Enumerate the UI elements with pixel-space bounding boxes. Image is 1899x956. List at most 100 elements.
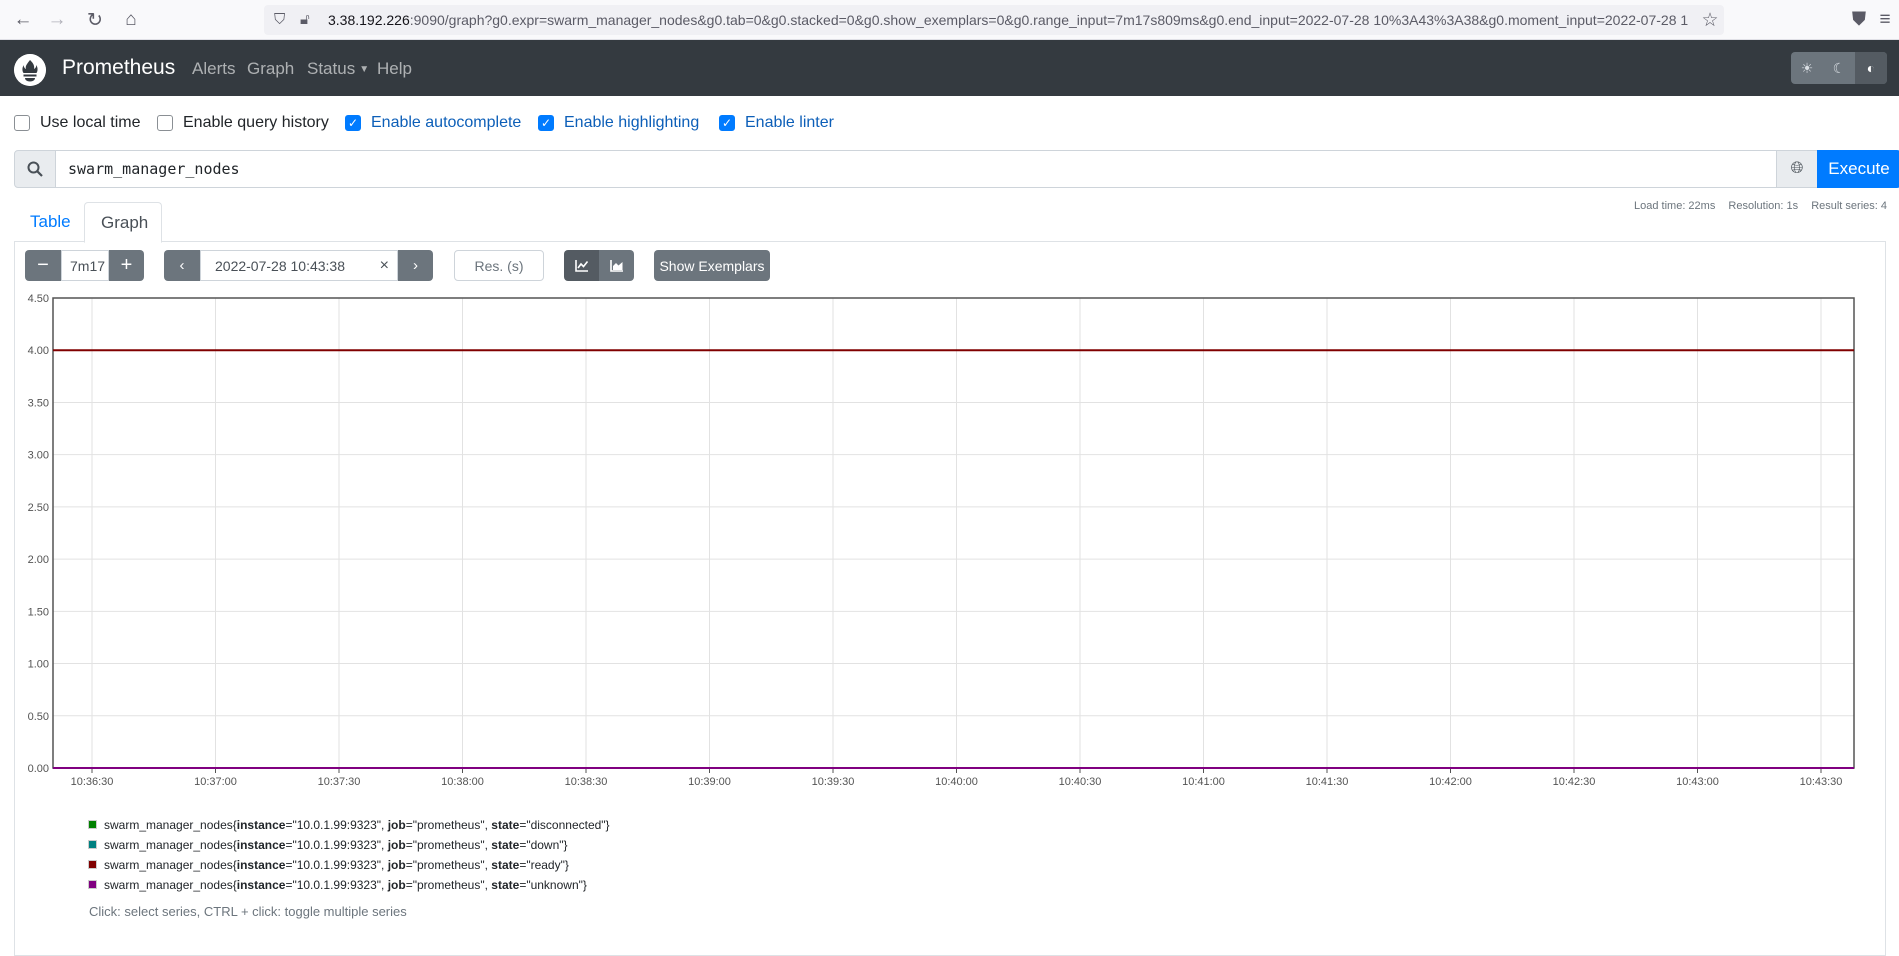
- expression-input[interactable]: swarm_manager_nodes: [55, 150, 1777, 188]
- x-tick-label: 10:42:00: [1429, 776, 1472, 788]
- chevron-left-icon: ‹: [179, 257, 185, 274]
- y-tick-label: 1.00: [28, 659, 49, 671]
- nav-help[interactable]: Help: [377, 59, 412, 79]
- x-tick-label: 10:43:30: [1800, 776, 1843, 788]
- nav-graph[interactable]: Graph: [247, 59, 294, 79]
- next-time-button[interactable]: ›: [398, 250, 433, 281]
- caret-down-icon: ▼: [359, 64, 370, 75]
- legend-label: swarm_manager_nodes{instance="10.0.1.99:…: [104, 878, 587, 892]
- url-text[interactable]: 3.38.192.226:9090/graph?g0.expr=swarm_ma…: [328, 12, 1688, 28]
- x-tick-label: 10:40:00: [935, 776, 978, 788]
- checkbox-checked-icon[interactable]: ✓: [345, 115, 361, 131]
- shield-icon: ⛉: [274, 11, 286, 28]
- metrics-explorer-globe-icon[interactable]: 🌐︎: [1776, 150, 1818, 188]
- y-tick-label: 3.00: [28, 450, 49, 462]
- end-time-input[interactable]: 2022-07-28 10:43:38 ×: [200, 250, 398, 281]
- option-label: Use local time: [40, 114, 141, 131]
- increase-range-button[interactable]: +: [109, 250, 144, 281]
- x-tick-label: 10:39:30: [812, 776, 855, 788]
- x-tick-label: 10:39:00: [688, 776, 731, 788]
- checkbox-checked-icon[interactable]: ✓: [719, 115, 735, 131]
- option-highlighting[interactable]: ✓ Enable highlighting: [538, 113, 699, 133]
- address-bar[interactable]: ⛉ 🔓︎ 3.38.192.226:9090/graph?g0.expr=swa…: [264, 5, 1724, 35]
- chevron-right-icon: ›: [413, 257, 418, 274]
- tab-table[interactable]: Table: [14, 202, 87, 242]
- reload-icon[interactable]: ↻: [82, 8, 108, 32]
- stacked-chart-button[interactable]: [599, 250, 634, 281]
- url-path: :9090/graph?g0.expr=swarm_manager_nodes&…: [409, 12, 1688, 28]
- option-query-history[interactable]: Enable query history: [157, 113, 329, 133]
- legend-item[interactable]: swarm_manager_nodes{instance="10.0.1.99:…: [88, 818, 610, 832]
- back-icon[interactable]: ←: [10, 8, 36, 32]
- query-bar: swarm_manager_nodes 🌐︎ Execute: [14, 150, 1899, 188]
- end-time-value: 2022-07-28 10:43:38: [215, 257, 345, 274]
- url-host: 3.38.192.226: [328, 12, 410, 28]
- previous-time-button[interactable]: ‹: [164, 250, 200, 281]
- series-color-swatch: [88, 840, 97, 849]
- range-input[interactable]: 7m17: [61, 250, 109, 281]
- y-tick-label: 2.50: [28, 502, 49, 514]
- bookmark-star-icon[interactable]: ☆: [1697, 8, 1723, 32]
- auto-theme-icon[interactable]: ◐: [1855, 52, 1887, 84]
- y-tick-label: 0.00: [28, 763, 49, 775]
- tab-graph[interactable]: Graph: [84, 202, 162, 243]
- decrease-range-button[interactable]: −: [25, 250, 61, 281]
- legend-item[interactable]: swarm_manager_nodes{instance="10.0.1.99:…: [88, 838, 568, 852]
- series-color-swatch: [88, 880, 97, 889]
- x-tick-label: 10:41:00: [1182, 776, 1225, 788]
- y-tick-label: 4.50: [28, 293, 49, 305]
- y-tick-label: 3.50: [28, 397, 49, 409]
- area-chart-icon: [609, 260, 623, 272]
- x-tick-label: 10:41:30: [1306, 776, 1349, 788]
- x-tick-label: 10:40:30: [1059, 776, 1102, 788]
- x-tick-label: 10:36:30: [71, 776, 114, 788]
- dark-theme-icon[interactable]: ☾: [1823, 52, 1855, 84]
- show-exemplars-button[interactable]: Show Exemplars: [654, 250, 770, 281]
- pocket-icon[interactable]: ⛊: [1846, 8, 1872, 32]
- resolution-input[interactable]: Res. (s): [454, 250, 544, 281]
- series-color-swatch: [88, 860, 97, 869]
- nav-status-label: Status: [307, 59, 356, 78]
- theme-switcher: ☀ ☾ ◐: [1791, 52, 1887, 84]
- y-tick-label: 4.00: [28, 345, 49, 357]
- legend-item[interactable]: swarm_manager_nodes{instance="10.0.1.99:…: [88, 878, 587, 892]
- legend-item[interactable]: swarm_manager_nodes{instance="10.0.1.99:…: [88, 858, 569, 872]
- checkbox-icon[interactable]: [14, 115, 30, 131]
- forward-icon[interactable]: →: [44, 8, 70, 32]
- option-label: Enable linter: [745, 114, 834, 131]
- y-tick-label: 1.50: [28, 606, 49, 618]
- option-linter[interactable]: ✓ Enable linter: [719, 113, 834, 133]
- menu-icon[interactable]: ≡: [1872, 8, 1898, 32]
- option-use-local-time[interactable]: Use local time: [14, 113, 140, 133]
- line-chart-icon: [574, 260, 588, 272]
- nav-status[interactable]: Status ▼: [307, 59, 369, 79]
- y-tick-label: 2.00: [28, 554, 49, 566]
- checkbox-icon[interactable]: [157, 115, 173, 131]
- option-label: Enable query history: [183, 114, 329, 131]
- clear-end-time-icon[interactable]: ×: [380, 257, 389, 275]
- browser-toolbar: ← → ↻ ⌂ ⛉ 🔓︎ 3.38.192.226:9090/graph?g0.…: [0, 0, 1899, 40]
- checkbox-checked-icon[interactable]: ✓: [538, 115, 554, 131]
- search-icon: [14, 150, 56, 188]
- nav-alerts[interactable]: Alerts: [192, 59, 235, 79]
- option-label: Enable highlighting: [564, 114, 700, 131]
- plot-frame: [52, 297, 1855, 769]
- home-icon[interactable]: ⌂: [118, 8, 144, 32]
- brand[interactable]: Prometheus: [62, 56, 175, 80]
- x-tick-label: 10:43:00: [1676, 776, 1719, 788]
- x-tick-label: 10:38:00: [441, 776, 484, 788]
- execute-button[interactable]: Execute: [1817, 150, 1899, 188]
- x-tick-label: 10:37:30: [318, 776, 361, 788]
- legend-hint: Click: select series, CTRL + click: togg…: [89, 904, 407, 919]
- insecure-lock-icon[interactable]: 🔓︎: [300, 11, 310, 28]
- panel-tabs: Table Graph: [14, 202, 1886, 243]
- line-chart-button[interactable]: [564, 250, 599, 281]
- time-series-chart[interactable]: 0.00 0.50 1.00 1.50 2.00 2.50 3.00 3.50 4.00 4.50…: [0, 290, 1899, 790]
- light-theme-icon[interactable]: ☀: [1791, 52, 1823, 84]
- x-tick-label: 10:42:30: [1553, 776, 1596, 788]
- legend-label: swarm_manager_nodes{instance="10.0.1.99:…: [104, 838, 568, 852]
- option-label: Enable autocomplete: [371, 114, 522, 131]
- y-tick-label: 0.50: [28, 711, 49, 723]
- option-autocomplete[interactable]: ✓ Enable autocomplete: [345, 113, 521, 133]
- prometheus-logo-icon[interactable]: [14, 54, 46, 86]
